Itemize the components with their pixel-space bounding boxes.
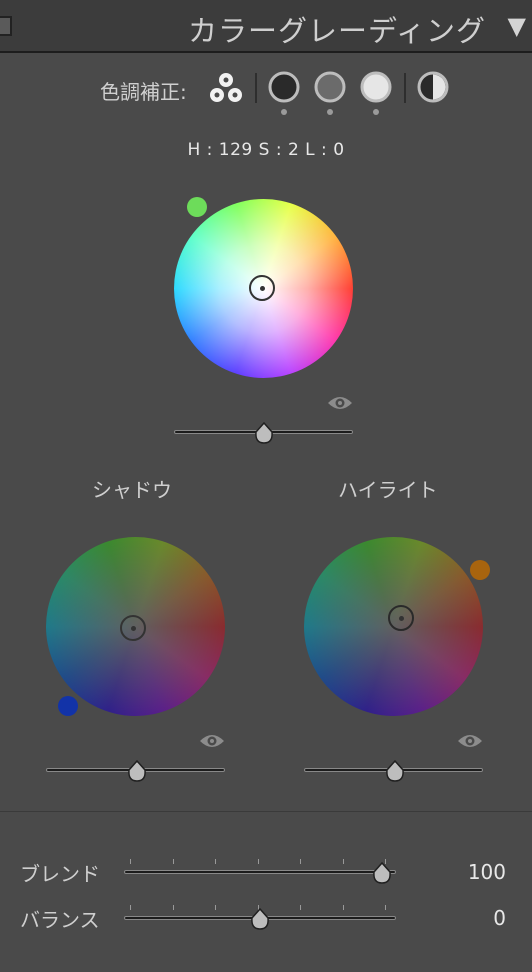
slider-tick [215,905,216,910]
highlights-center-marker[interactable] [388,605,414,631]
slider-tick [172,859,174,864]
slider-tick [257,859,259,864]
highlights-icon[interactable] [359,70,393,104]
panel-title: カラーグレーディング [188,14,486,48]
highlights-color-swatch[interactable] [470,560,490,580]
blend-slider[interactable] [372,861,392,884]
toolbar-separator [255,73,257,103]
shadows-luminance-slider[interactable] [127,759,147,782]
adjust-toolbar: 色調補正: [0,66,532,116]
slider-tick [130,859,131,864]
midtones-indicator-dot [327,109,333,115]
shadows-label: シャドウ [92,478,172,502]
slider-tick [172,905,174,910]
slider-tick [385,905,386,910]
midtones-eye-icon[interactable] [327,395,353,411]
midtones-icon[interactable] [313,70,347,104]
blend-value[interactable]: 100 [430,860,506,884]
slider-tick [215,859,216,864]
global-icon[interactable] [416,70,450,104]
balance-label: バランス [20,908,100,932]
adjust-label: 色調補正: [100,80,187,104]
midtones-color-swatch[interactable] [187,197,207,217]
slider-tick [300,905,301,910]
toolbar-separator [404,73,406,103]
panel-header[interactable]: カラーグレーディング ▼ [0,0,532,53]
shadows-eye-icon[interactable] [199,733,225,749]
hsl-readout: H : 129 S : 2 L : 0 [187,140,345,160]
shadows-color-swatch[interactable] [58,696,78,716]
slider-tick [130,905,131,910]
slider-tick [300,859,301,864]
shadows-icon[interactable] [267,70,301,104]
blend-label: ブレンド [20,862,100,886]
shadows-center-marker[interactable] [120,615,146,641]
balance-value[interactable]: 0 [430,906,506,930]
three-way-icon[interactable] [207,69,245,107]
midtones-luminance-slider[interactable] [254,421,274,444]
panel-toggle-switch[interactable] [0,16,12,36]
blend-track[interactable] [124,870,396,874]
slider-tick [342,859,344,864]
midtones-center-marker[interactable] [249,275,275,301]
highlights-luminance-slider[interactable] [385,759,405,782]
highlights-indicator-dot [373,109,379,115]
shadows-indicator-dot [281,109,287,115]
balance-slider[interactable] [250,907,270,930]
triangle-down-icon[interactable]: ▼ [508,12,526,40]
highlights-eye-icon[interactable] [457,733,483,749]
section-divider [0,811,532,812]
slider-tick [342,905,344,910]
highlights-label: ハイライト [338,478,438,502]
